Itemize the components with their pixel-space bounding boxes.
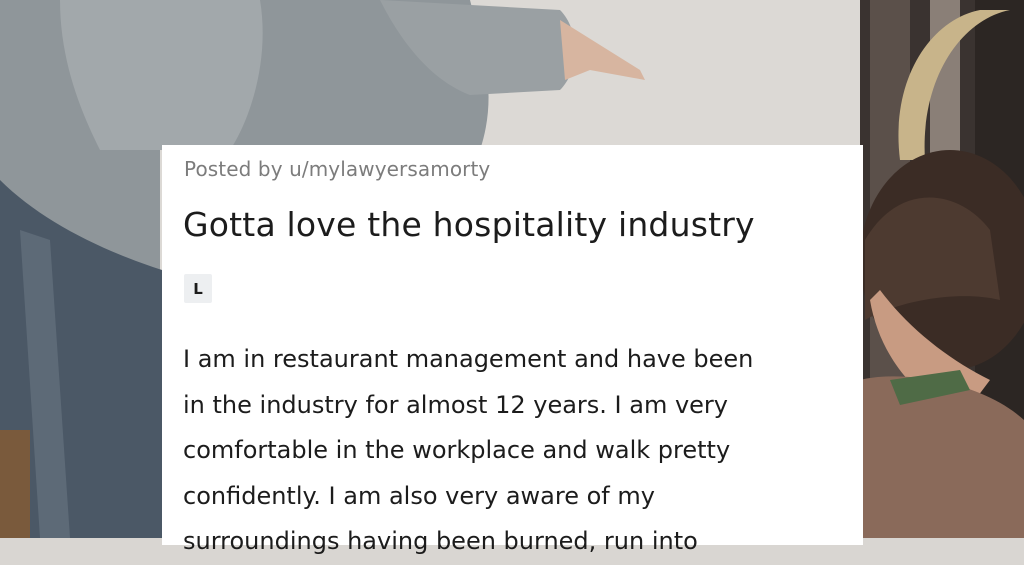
- post-flair-badge: L: [184, 274, 212, 303]
- post-body-line: confidently. I am also very aware of my: [183, 481, 655, 510]
- post-body: I am in restaurant management and have b…: [183, 337, 833, 565]
- post-body-line: surroundings having been burned, run int…: [183, 527, 698, 555]
- post-title[interactable]: Gotta love the hospitality industry: [183, 205, 853, 244]
- post-body-line: comfortable in the workplace and walk pr…: [183, 436, 731, 464]
- post-body-line: I am in restaurant management and have b…: [183, 345, 754, 373]
- posted-by-label[interactable]: Posted by u/mylawyersamorty: [184, 157, 490, 181]
- post-body-line: in the industry for almost 12 years. I a…: [183, 390, 729, 419]
- reddit-post-card: Posted by u/mylawyersamorty Gotta love t…: [162, 145, 863, 555]
